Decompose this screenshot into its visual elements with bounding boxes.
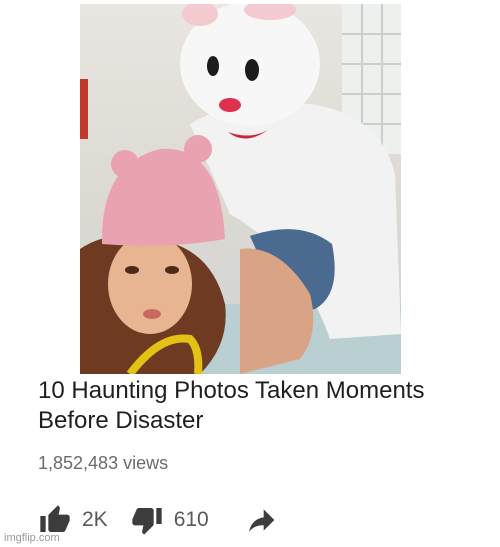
like-count: 2K <box>82 508 108 531</box>
thumbnail-illustration <box>80 4 401 374</box>
watermark: imgflip.com <box>4 532 60 544</box>
action-bar: 2K 610 <box>36 500 281 540</box>
dislike-count: 610 <box>173 508 209 531</box>
view-count: 1,852,483 views <box>38 453 169 473</box>
dislike-button[interactable]: 610 <box>128 504 209 536</box>
thumbs-down-icon <box>132 508 162 535</box>
video-title[interactable]: 10 Haunting Photos Taken Moments Before … <box>38 376 478 436</box>
video-thumbnail[interactable] <box>80 4 401 374</box>
share-arrow-icon <box>248 509 275 532</box>
share-button[interactable] <box>241 504 281 536</box>
